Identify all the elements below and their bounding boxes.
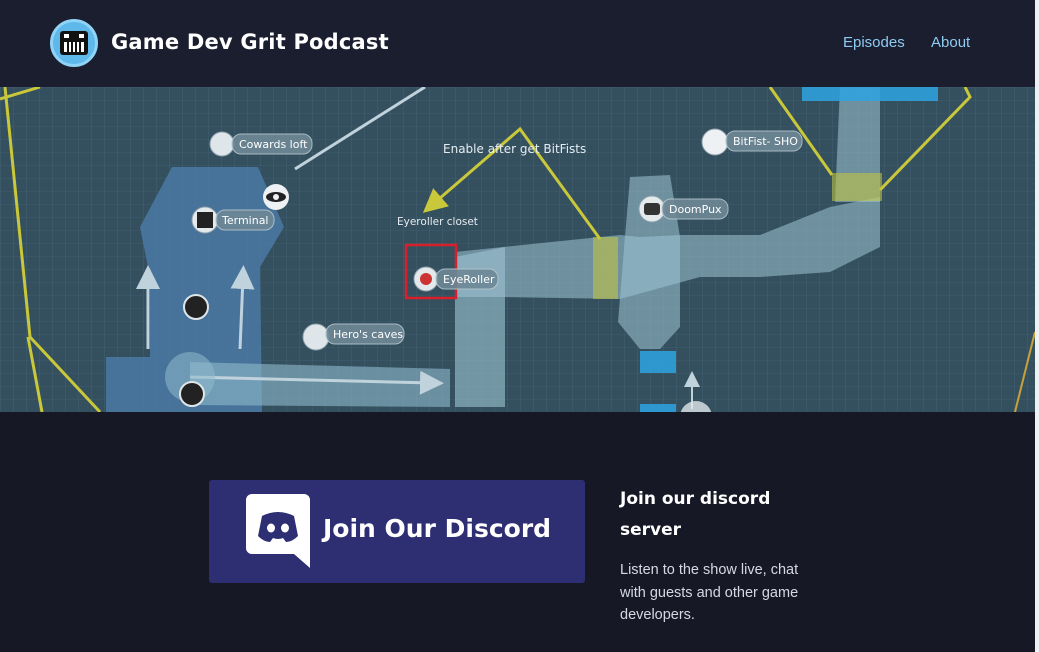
discord-heading: Join our discord server [620,489,771,540]
level-map-illustration: Cowards loft Terminal Enable after get B… [0,87,1035,412]
discord-description: Listen to the show live, chat with guest… [620,562,799,623]
nav-episodes-link[interactable]: Episodes [843,34,905,51]
climber-icon [183,294,209,320]
label-bitfist: BitFist- SHO [733,135,798,148]
hero-game-map-image: Cowards loft Terminal Enable after get B… [0,87,1035,412]
discord-logo-icon [246,494,310,568]
label-eyeroller: EyeRoller [443,273,495,286]
map-pin-doompux: DoomPux [638,195,729,223]
robot-face-icon [60,31,88,55]
eye-icon [263,184,289,210]
label-cowards-loft: Cowards loft [239,138,308,151]
page-scroll-edge [1035,0,1039,652]
climber-icon-2 [179,381,205,407]
podcast-logo[interactable] [50,19,98,67]
map-pin-cowards-loft: Cowards loft [209,131,313,157]
label-terminal: Terminal [221,214,269,227]
join-discord-banner-button[interactable]: Join Our Discord [209,480,585,583]
nav-about-link[interactable]: About [931,34,970,51]
map-pin-terminal: Terminal [191,206,275,234]
map-pin-bitfist: BitFist- SHO [701,128,803,156]
label-doompux: DoomPux [669,203,722,216]
label-heros-caves: Hero's caves [333,328,403,341]
site-title[interactable]: Game Dev Grit Podcast [111,30,389,54]
label-eyeroller-closet: Eyeroller closet [397,216,478,228]
label-enable-note: Enable after get BitFists [443,142,586,156]
map-pin-eyeroller: EyeRoller [413,266,499,292]
discord-banner-text: Join Our Discord [323,514,552,543]
site-header: Game Dev Grit Podcast Episodes About [0,0,1035,87]
